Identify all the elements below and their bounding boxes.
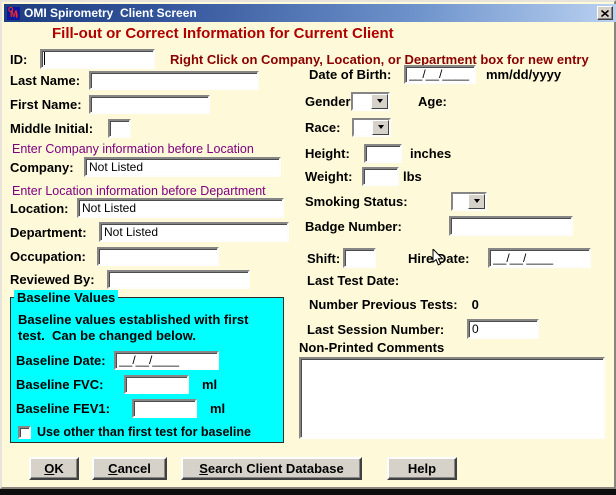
company-hint: Enter Company information before Locatio… [12, 142, 254, 156]
height-unit: inches [410, 146, 451, 161]
baseline-description-line1: Baseline values established with first [18, 312, 248, 327]
company-input[interactable] [84, 157, 281, 177]
first-name-label: First Name: [10, 97, 85, 112]
down-arrow-icon [474, 199, 480, 203]
baseline-fev1-input[interactable] [132, 399, 197, 418]
smoking-status-dropdown[interactable] [451, 192, 487, 211]
company-label: Company: [10, 160, 80, 175]
app-icon: O M I [7, 7, 20, 20]
number-previous-tests-label: Number Previous Tests: [309, 297, 458, 312]
occupation-label: Occupation: [10, 249, 93, 264]
non-printed-comments-label: Non-Printed Comments [299, 340, 444, 355]
badge-number-input[interactable] [449, 216, 573, 236]
baseline-values-title: Baseline Values [14, 290, 118, 305]
location-input[interactable] [77, 198, 284, 218]
department-input[interactable] [99, 222, 289, 242]
race-dropdown-value[interactable] [354, 120, 372, 135]
race-dropdown-button[interactable] [372, 120, 389, 135]
ok-button[interactable]: OK [29, 457, 79, 480]
middle-initial-label: Middle Initial: [10, 121, 104, 136]
help-button[interactable]: Help [387, 457, 457, 480]
down-arrow-icon [378, 125, 384, 129]
search-button-label: earch Client Database [208, 461, 344, 476]
gender-label: Gender: [305, 94, 347, 109]
search-button-label: S [199, 461, 208, 476]
ok-button-label: K [54, 461, 63, 476]
title-bar[interactable]: O M I OMI Spirometry Client Screen [4, 4, 616, 22]
id-label: ID: [10, 52, 36, 67]
hire-date-input[interactable] [488, 248, 591, 268]
location-label: Location: [10, 201, 73, 216]
number-previous-tests-value: 0 [472, 297, 479, 312]
window-title: OMI Spirometry Client Screen [24, 6, 197, 20]
baseline-checkbox-label: Use other than first test for baseline [37, 425, 251, 439]
help-button-label: Help [408, 461, 436, 476]
weight-unit: lbs [403, 169, 422, 184]
height-input[interactable] [364, 144, 402, 163]
ok-button-label: O [44, 461, 54, 476]
cancel-button-label: C [108, 461, 117, 476]
baseline-fvc-unit: ml [202, 377, 217, 392]
dialog-frame: O M I OMI Spirometry Client Screen Fill-… [0, 0, 616, 489]
hire-date-label: Hire Date: [408, 251, 484, 266]
weight-label: Weight: [305, 169, 358, 184]
shift-input[interactable] [343, 248, 376, 268]
baseline-fev1-unit: ml [210, 401, 225, 416]
height-label: Height: [305, 146, 360, 161]
baseline-fev1-label: Baseline FEV1: [16, 401, 128, 416]
shift-label: Shift: [307, 251, 339, 266]
weight-input[interactable] [362, 167, 399, 186]
baseline-fvc-label: Baseline FVC: [16, 377, 120, 392]
cancel-button-label: ancel [118, 461, 151, 476]
non-printed-comments-input[interactable] [299, 357, 605, 439]
smoking-status-dropdown-button[interactable] [468, 194, 485, 209]
gender-dropdown-value[interactable] [353, 94, 371, 109]
baseline-fvc-input[interactable] [124, 375, 189, 394]
department-label: Department: [10, 225, 95, 240]
last-test-date-label: Last Test Date: [307, 273, 399, 288]
close-button[interactable] [597, 6, 613, 20]
client-screen-window: O M I OMI Spirometry Client Screen Fill-… [0, 0, 616, 495]
cancel-button[interactable]: Cancel [92, 457, 167, 480]
middle-initial-input[interactable] [108, 119, 131, 138]
first-name-input[interactable] [89, 95, 210, 114]
mouse-cursor-icon [432, 249, 444, 267]
last-session-number-label: Last Session Number: [307, 322, 463, 337]
reviewed-by-input[interactable] [107, 270, 250, 289]
down-arrow-icon [377, 99, 383, 103]
race-dropdown[interactable] [352, 118, 391, 137]
reviewed-by-label: Reviewed By: [10, 272, 103, 287]
age-label: Age: [418, 94, 447, 109]
race-label: Race: [305, 120, 348, 135]
page-title: Fill-out or Correct Information for Curr… [52, 25, 394, 42]
text-caret [44, 52, 45, 65]
last-session-number-input[interactable] [467, 319, 539, 339]
desktop-edge [0, 489, 616, 495]
last-name-label: Last Name: [10, 73, 85, 88]
gender-dropdown-button[interactable] [371, 94, 388, 109]
last-name-input[interactable] [89, 71, 259, 90]
date-of-birth-input[interactable] [404, 65, 476, 84]
baseline-date-input[interactable] [114, 351, 219, 370]
badge-number-label: Badge Number: [305, 219, 445, 234]
smoking-status-dropdown-value[interactable] [453, 194, 468, 209]
app-icon-letter: I [16, 13, 18, 20]
gender-dropdown[interactable] [351, 92, 390, 111]
baseline-date-label: Baseline Date: [16, 353, 110, 368]
baseline-other-test-checkbox[interactable] [18, 426, 31, 439]
smoking-status-label: Smoking Status: [305, 194, 447, 209]
close-icon [601, 10, 609, 17]
search-client-database-button[interactable]: Search Client Database [181, 457, 362, 480]
location-hint: Enter Location information before Depart… [12, 184, 266, 198]
date-format-hint: mm/dd/yyyy [486, 67, 561, 82]
date-of-birth-label: Date of Birth: [309, 67, 400, 82]
baseline-description-line2: test. Can be changed below. [18, 328, 196, 343]
occupation-input[interactable] [97, 247, 219, 266]
id-input[interactable] [40, 49, 155, 69]
